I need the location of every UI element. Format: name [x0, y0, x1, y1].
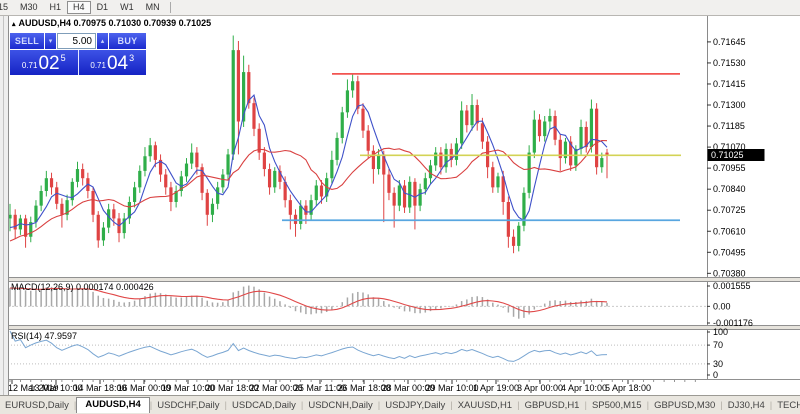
svg-text:70: 70 [713, 340, 723, 350]
bid-price-prefix: 0.71 [22, 61, 38, 70]
timeframe-button-D1[interactable]: D1 [91, 1, 115, 14]
chart-tab-EURUSD,Daily[interactable]: EURUSD,Daily [0, 400, 74, 411]
sell-button[interactable]: SELL [10, 33, 44, 49]
svg-text:0.70725: 0.70725 [713, 205, 746, 215]
chart-tab-XAUUSD,H1[interactable]: XAUUSD,H1 [453, 400, 517, 411]
svg-text:MACD(12,26,9) 0.000174 0.00042: MACD(12,26,9) 0.000174 0.000426 [11, 282, 154, 292]
chart-ohlc-text: AUDUSD,H4 0.70975 0.71030 0.70939 0.7102… [19, 18, 212, 28]
svg-text:0.70495: 0.70495 [713, 247, 746, 257]
window-left-edge [0, 15, 9, 396]
ask-price-big: 04 [107, 54, 128, 73]
svg-text:100: 100 [713, 327, 728, 337]
toolbar-separator [170, 2, 171, 13]
timeframe-button-W1[interactable]: W1 [114, 1, 140, 14]
collapse-triangle-icon[interactable]: ▴ [12, 21, 16, 28]
svg-text:0.00: 0.00 [713, 301, 731, 311]
trading-terminal: { "toolbar": { "timeframes": ["15", "M30… [0, 0, 800, 414]
buy-button[interactable]: BUY [109, 33, 146, 49]
svg-text:0.71645: 0.71645 [713, 37, 746, 47]
chart-tab-USDCNH,Daily[interactable]: USDCNH,Daily [303, 400, 377, 411]
svg-text:5 Apr 18:00: 5 Apr 18:00 [605, 383, 651, 393]
chart-tab-USDCHF,Daily[interactable]: USDCHF,Daily [152, 400, 224, 411]
svg-text:0.70380: 0.70380 [713, 268, 746, 278]
volume-decrease-icon[interactable]: ▾ [45, 33, 56, 49]
chart-tab-USDCAD,Daily[interactable]: USDCAD,Daily [227, 400, 301, 411]
svg-text:0.71025: 0.71025 [711, 150, 744, 160]
svg-text:0: 0 [713, 370, 718, 380]
chart-tab-AUDUSD,H4[interactable]: AUDUSD,H4 [76, 397, 149, 413]
timeframe-button-H1[interactable]: H1 [44, 1, 68, 14]
svg-text:0.001555: 0.001555 [713, 281, 751, 291]
svg-text:0.70840: 0.70840 [713, 184, 746, 194]
svg-text:29 Mar 10:00: 29 Mar 10:00 [425, 383, 478, 393]
svg-text:3 Apr 00:00: 3 Apr 00:00 [517, 383, 563, 393]
chart-tab-SP500,M15[interactable]: SP500,M15 [587, 400, 647, 411]
svg-text:0.71530: 0.71530 [713, 58, 746, 68]
chart-tab-GBPUSD,H1[interactable]: GBPUSD,H1 [520, 400, 585, 411]
svg-text:1 Apr 19:00: 1 Apr 19:00 [473, 383, 519, 393]
volume-increase-icon[interactable]: ▴ [97, 33, 108, 49]
svg-text:30: 30 [713, 359, 723, 369]
chart-tab-USDJPY,Daily[interactable]: USDJPY,Daily [380, 400, 450, 411]
svg-text:0.71300: 0.71300 [713, 100, 746, 110]
svg-text:RSI(14) 47.9597: RSI(14) 47.9597 [11, 331, 77, 341]
chart-tab-bar: EURUSD,Daily|AUDUSD,H4|USDCHF,Daily|USDC… [0, 395, 800, 414]
svg-text:4 Apr 10:00: 4 Apr 10:00 [561, 383, 607, 393]
bid-ask-panel: 0.71 02 5 0.71 04 3 [10, 50, 146, 75]
ask-price-sup: 3 [129, 53, 134, 63]
timeframe-button-MN[interactable]: MN [140, 1, 166, 14]
timeframe-button-15[interactable]: 15 [0, 1, 14, 14]
bid-price-big: 02 [38, 54, 59, 73]
bid-price[interactable]: 0.71 02 5 [10, 50, 78, 75]
timeframe-button-M30[interactable]: M30 [14, 1, 44, 14]
bid-price-sup: 5 [61, 53, 66, 63]
ask-price-prefix: 0.71 [90, 61, 106, 70]
svg-text:0.70610: 0.70610 [713, 226, 746, 236]
timeframe-button-H4[interactable]: H4 [67, 1, 91, 14]
volume-input[interactable] [57, 33, 96, 49]
chart-tab-GBPUSD,M30[interactable]: GBPUSD,M30 [649, 400, 720, 411]
chart-tab-DJ30,H4[interactable]: DJ30,H4 [723, 400, 770, 411]
chart-ohlc-title: ▴AUDUSD,H4 0.70975 0.71030 0.70939 0.710… [12, 18, 211, 28]
svg-text:0.71185: 0.71185 [713, 121, 745, 131]
svg-text:0.70955: 0.70955 [713, 163, 746, 173]
svg-text:0.71415: 0.71415 [713, 79, 746, 89]
chart-tab-TECH100,H1[interactable]: TECH100,H1 [772, 400, 800, 411]
timeframe-toolbar: 15M30H1H4D1W1MN [0, 0, 800, 16]
ask-price[interactable]: 0.71 04 3 [78, 50, 147, 75]
one-click-trading-widget: SELL ▾ ▴ BUY 0.71 02 5 0.71 04 3 [10, 33, 146, 75]
